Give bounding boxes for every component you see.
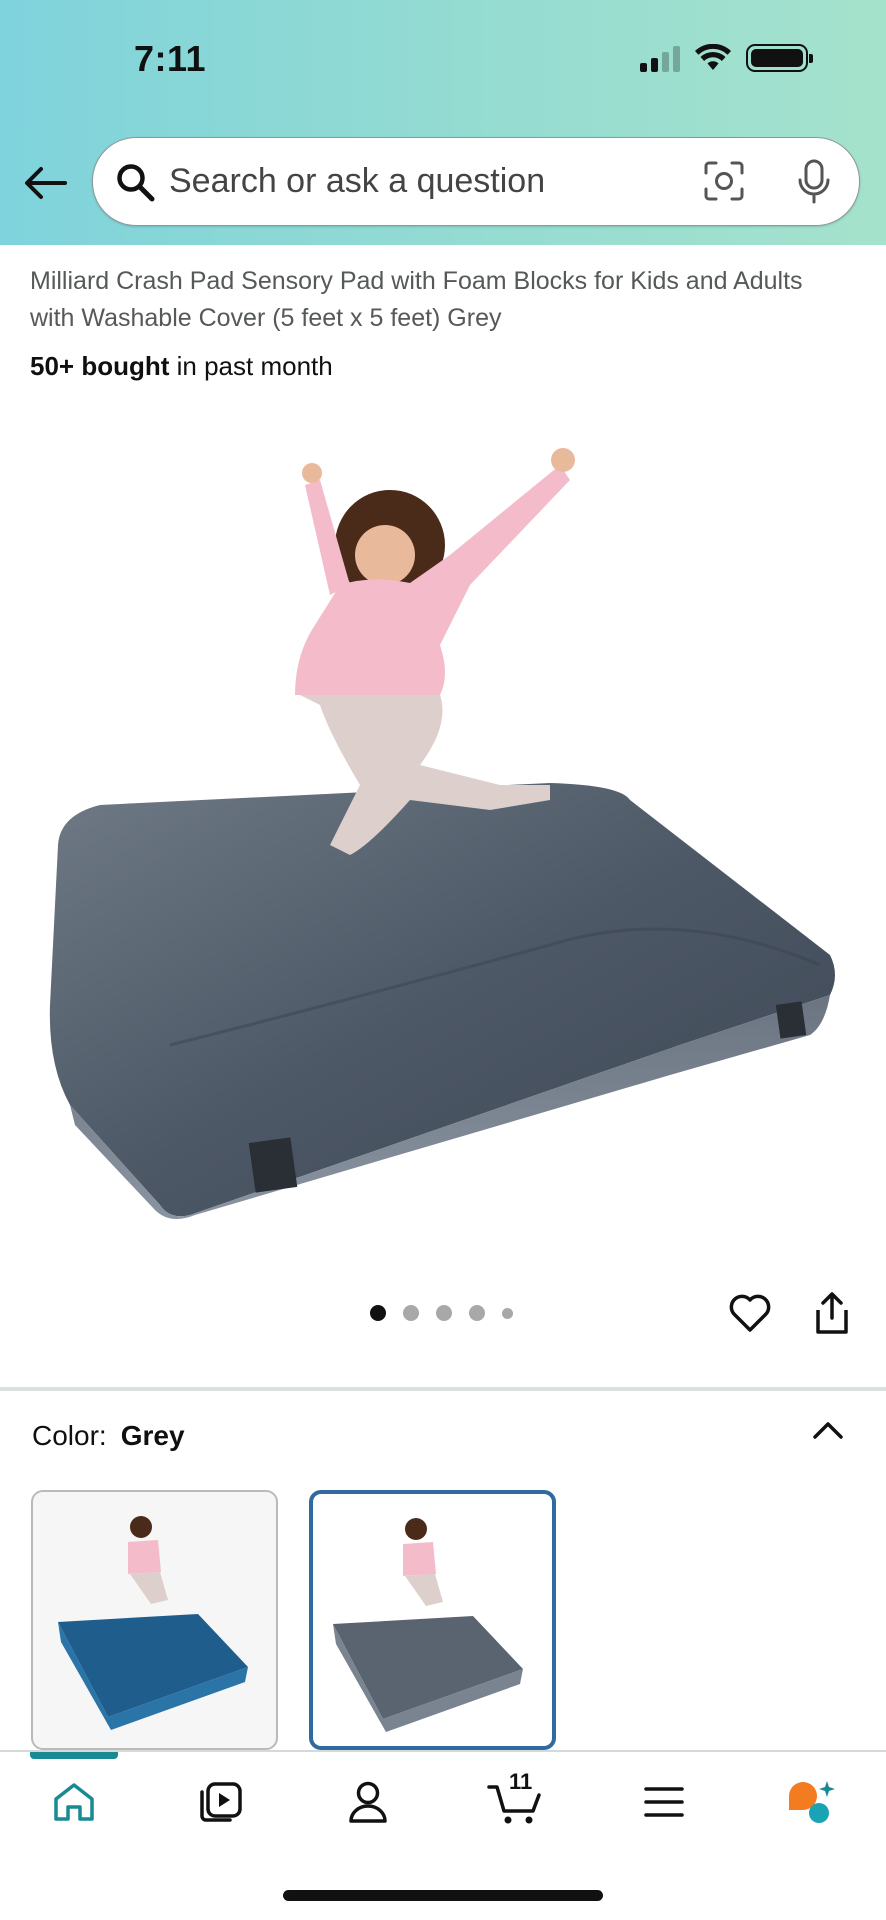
nav-video[interactable]: [191, 1772, 251, 1832]
bought-count: 50+ bought in past month: [30, 351, 333, 382]
color-swatch-grey[interactable]: [309, 1490, 556, 1750]
carousel-dot[interactable]: [502, 1307, 513, 1319]
camera-search-icon[interactable]: [703, 160, 745, 202]
home-indicator: [283, 1890, 603, 1901]
nav-rufus[interactable]: [781, 1772, 841, 1832]
carousel-dot[interactable]: [469, 1305, 485, 1321]
back-arrow-icon: [25, 167, 67, 199]
color-value: Grey: [120, 1420, 185, 1451]
rufus-icon: [789, 1781, 835, 1823]
carousel-dot[interactable]: [436, 1305, 452, 1321]
color-swatch-blue[interactable]: [31, 1490, 278, 1750]
search-input[interactable]: [169, 158, 669, 204]
screen: 7:11 Search or ask a question Milliard C…: [0, 0, 886, 1920]
video-icon: [200, 1782, 242, 1822]
nav-active-indicator: [30, 1752, 118, 1759]
menu-icon: [644, 1787, 684, 1817]
swatch-image: [58, 1516, 248, 1730]
bought-count-bold: 50+ bought: [30, 351, 170, 381]
nav-home[interactable]: [44, 1772, 104, 1832]
cart-count-badge: 11: [509, 1769, 533, 1794]
nav-account[interactable]: [338, 1772, 398, 1832]
signal-icon: [640, 44, 680, 72]
swatch-image: [333, 1518, 523, 1732]
section-divider: [0, 1387, 886, 1391]
header: 7:11: [0, 0, 886, 245]
bought-count-rest: in past month: [169, 351, 333, 381]
color-label: Color:: [32, 1420, 107, 1451]
carousel-dot[interactable]: [403, 1305, 419, 1321]
wishlist-heart-icon[interactable]: [728, 1292, 772, 1334]
search-bar[interactable]: [92, 137, 860, 226]
status-time: 7:11: [134, 38, 207, 79]
color-selector-label: Color: Grey: [32, 1420, 185, 1452]
product-image[interactable]: [30, 405, 856, 1235]
share-icon[interactable]: [812, 1290, 852, 1336]
nav-menu[interactable]: [634, 1772, 694, 1832]
chevron-up-icon[interactable]: [812, 1420, 844, 1440]
home-icon: [54, 1783, 94, 1821]
carousel-dot[interactable]: [370, 1305, 386, 1321]
microphone-icon[interactable]: [796, 158, 832, 206]
status-icons: [640, 44, 813, 72]
battery-icon: [746, 44, 813, 72]
back-button[interactable]: [22, 160, 68, 206]
wifi-icon: [695, 44, 731, 70]
account-icon: [349, 1781, 387, 1823]
search-icon: [117, 164, 155, 202]
image-carousel-dots[interactable]: [370, 1305, 513, 1321]
product-title: Milliard Crash Pad Sensory Pad with Foam…: [30, 267, 803, 332]
